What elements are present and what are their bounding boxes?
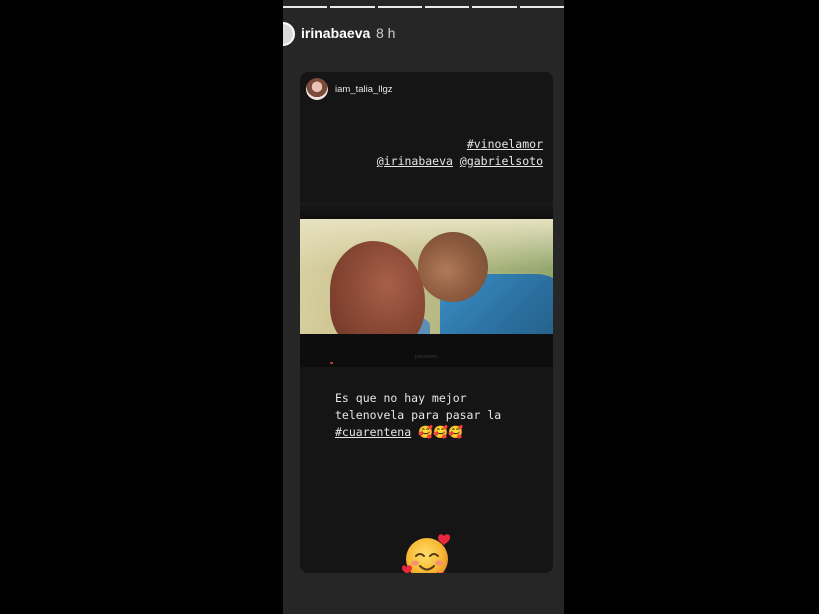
caption-line: telenovela para pasar la <box>335 408 502 422</box>
mention-link[interactable]: @gabrielsoto <box>460 154 543 168</box>
tv-brand: panasonic <box>415 354 438 360</box>
story-viewer[interactable]: irinabaeva 8 h iam_talia_llgz #vinoelamo… <box>283 0 564 614</box>
caption-line: Es que no hay mejor <box>335 391 467 405</box>
tv-power-led <box>330 362 333 364</box>
caption-emojis: 🥰🥰🥰 <box>418 425 463 439</box>
hashtag-link[interactable]: #vinoelamor <box>467 137 543 151</box>
mention-link[interactable]: @irinabaeva <box>377 154 453 168</box>
post-hashtags: #vinoelamor @irinabaeva @gabrielsoto <box>377 136 543 170</box>
story-username[interactable]: irinabaeva <box>301 25 370 41</box>
progress-segment <box>377 6 422 8</box>
progress-segment <box>472 6 517 8</box>
shared-post-card[interactable]: iam_talia_llgz #vinoelamor @irinabaeva @… <box>300 72 553 573</box>
shared-post-username[interactable]: iam_talia_llgz <box>335 84 393 95</box>
shared-post-avatar[interactable] <box>306 78 328 100</box>
smiling-face-with-hearts-icon <box>402 534 451 573</box>
post-caption: Es que no hay mejor telenovela para pasa… <box>335 390 550 441</box>
progress-segment <box>519 6 564 8</box>
story-header: irinabaeva 8 h <box>283 22 564 46</box>
story-progress-bar <box>283 6 564 8</box>
shared-post-header[interactable]: iam_talia_llgz <box>306 78 393 100</box>
hashtag-link[interactable]: #cuarentena <box>335 425 411 439</box>
story-timestamp: 8 h <box>376 25 396 41</box>
tv-screen <box>300 219 553 334</box>
tv-chin <box>300 334 553 367</box>
avatar[interactable] <box>283 22 295 46</box>
progress-segment <box>283 6 328 8</box>
post-photo: panasonic <box>300 202 553 367</box>
progress-segment <box>330 6 375 8</box>
man-head <box>418 232 488 302</box>
smiling-face-with-hearts-sticker <box>400 530 454 573</box>
tv-bezel <box>300 202 553 220</box>
progress-segment <box>424 6 470 8</box>
